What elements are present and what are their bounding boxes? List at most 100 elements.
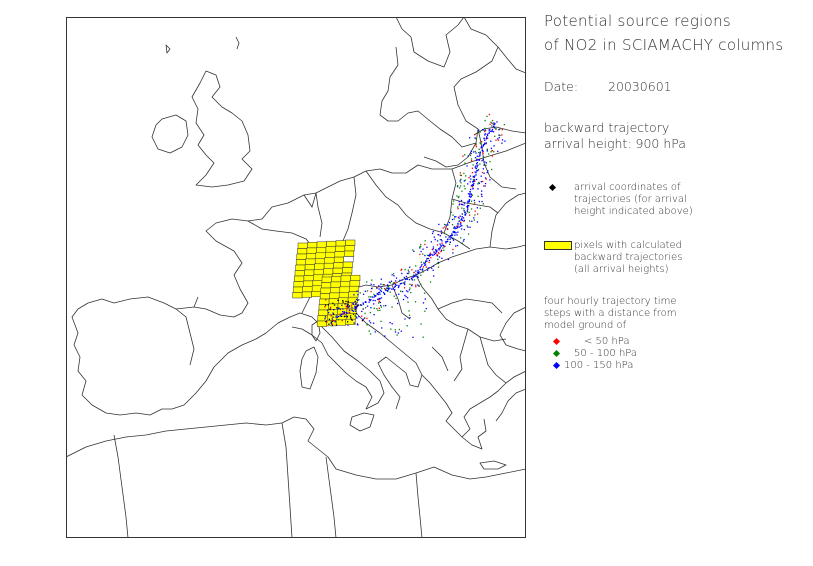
pixel-cell bbox=[321, 276, 332, 283]
trajectory-point bbox=[458, 226, 460, 228]
trajectory-point bbox=[477, 195, 479, 197]
trajectory-point bbox=[388, 281, 391, 283]
trajectory-point bbox=[453, 216, 456, 218]
trajectory-point bbox=[476, 161, 478, 164]
pixel-cell bbox=[319, 298, 330, 305]
trajectory-point bbox=[470, 160, 473, 162]
trajectory-point bbox=[497, 138, 499, 140]
trajectory-point bbox=[343, 311, 346, 313]
date-value: 20030601 bbox=[608, 79, 672, 94]
trajectory-point bbox=[484, 182, 487, 185]
trajectory-point bbox=[324, 316, 327, 318]
trajectory-point bbox=[439, 247, 441, 249]
trajectory-point bbox=[485, 164, 487, 166]
trajectory-point bbox=[461, 190, 463, 192]
trajectory-point bbox=[380, 286, 382, 288]
trajectory-point bbox=[348, 305, 351, 307]
trajectory-point bbox=[477, 188, 479, 190]
trajectory-point bbox=[485, 162, 488, 164]
band-label-1: < 50 hPa bbox=[584, 336, 630, 347]
trajectory-point bbox=[454, 245, 457, 247]
trajectory-point bbox=[437, 234, 440, 236]
trajectory-point bbox=[496, 121, 498, 123]
trajectory-point bbox=[373, 293, 375, 296]
pixel-cell bbox=[295, 259, 306, 266]
trajectory-point bbox=[484, 139, 486, 142]
trajectory-point bbox=[392, 288, 394, 290]
trajectory-point bbox=[464, 179, 466, 181]
pixel-cell bbox=[314, 263, 325, 270]
trajectory-point bbox=[422, 248, 424, 250]
trajectory-point bbox=[341, 304, 343, 306]
trajectory-point bbox=[455, 216, 457, 218]
trajectory-point bbox=[476, 159, 478, 161]
trajectory-point bbox=[366, 290, 369, 292]
trajectory-point bbox=[433, 236, 436, 238]
trajectory-point bbox=[369, 322, 372, 324]
trajectory-point bbox=[437, 261, 440, 264]
pixel-cell bbox=[344, 245, 355, 252]
pixel-cell bbox=[297, 248, 308, 255]
trajectory-point bbox=[370, 296, 372, 298]
trajectory-point bbox=[374, 295, 377, 297]
trajectory-point bbox=[463, 238, 465, 241]
pixel-cell bbox=[327, 309, 338, 316]
trajectory-point bbox=[483, 143, 486, 146]
trajectory-point bbox=[504, 140, 506, 142]
trajectory-point bbox=[390, 328, 392, 330]
pixel-cell bbox=[318, 304, 329, 311]
pixel-cell bbox=[326, 240, 337, 247]
pixel-cell bbox=[311, 285, 322, 292]
trajectory-point bbox=[408, 272, 410, 275]
trajectory-point bbox=[372, 299, 374, 302]
trajectory-point bbox=[473, 219, 475, 221]
trajectory-point bbox=[467, 201, 469, 204]
trajectory-point bbox=[481, 160, 483, 162]
trajectory-point bbox=[462, 155, 464, 157]
trajectory-point bbox=[493, 125, 495, 128]
trajectory-point bbox=[358, 315, 360, 318]
trajectory-point bbox=[461, 242, 463, 244]
trajectory-point bbox=[413, 275, 415, 277]
trajectory-point bbox=[440, 239, 442, 241]
trajectory-point bbox=[460, 223, 462, 225]
trajectory-point bbox=[479, 154, 481, 157]
steps-intro-line-1: four hourly trajectory time bbox=[544, 296, 677, 307]
trajectory-point bbox=[480, 175, 482, 177]
pixel-legend-line-1: pixels with calculated bbox=[574, 240, 683, 251]
trajectory-point bbox=[395, 280, 397, 282]
trajectory-point bbox=[355, 310, 357, 313]
trajectory-point bbox=[466, 225, 468, 227]
trajectory-point bbox=[433, 251, 435, 253]
europe-map bbox=[66, 17, 526, 538]
trajectory-point bbox=[418, 271, 420, 273]
trajectory-point bbox=[427, 267, 429, 270]
trajectory-point bbox=[471, 167, 474, 169]
trajectory-point bbox=[380, 290, 383, 293]
trajectory-point bbox=[478, 129, 480, 131]
trajectory-point bbox=[331, 319, 334, 322]
trajectory-point bbox=[457, 231, 459, 233]
trajectory-point bbox=[370, 283, 372, 285]
title-line-1: Potential source regions bbox=[544, 12, 731, 30]
trajectory-point bbox=[337, 319, 340, 321]
trajectory-point bbox=[397, 332, 400, 334]
trajectory-point bbox=[415, 285, 417, 288]
trajectory-point bbox=[382, 283, 384, 286]
trajectory-point bbox=[378, 285, 380, 287]
trajectory-point bbox=[338, 315, 340, 318]
trajectory-point bbox=[486, 148, 489, 150]
pixel-cell bbox=[306, 253, 317, 260]
trajectory-point bbox=[480, 190, 483, 192]
trajectory-point bbox=[399, 279, 401, 281]
trajectory-point bbox=[437, 248, 440, 250]
trajectory-point bbox=[355, 298, 358, 301]
steps-intro-line-2: steps with a distance from bbox=[544, 308, 677, 319]
pixel-cell bbox=[316, 247, 327, 254]
pixel-cell bbox=[303, 280, 314, 287]
trajectory-point bbox=[377, 309, 379, 312]
trajectory-point bbox=[470, 193, 473, 196]
trajectory-point bbox=[351, 309, 354, 312]
trajectory-label-2: arrival height: 900 hPa bbox=[544, 136, 686, 151]
trajectory-point bbox=[458, 187, 461, 189]
